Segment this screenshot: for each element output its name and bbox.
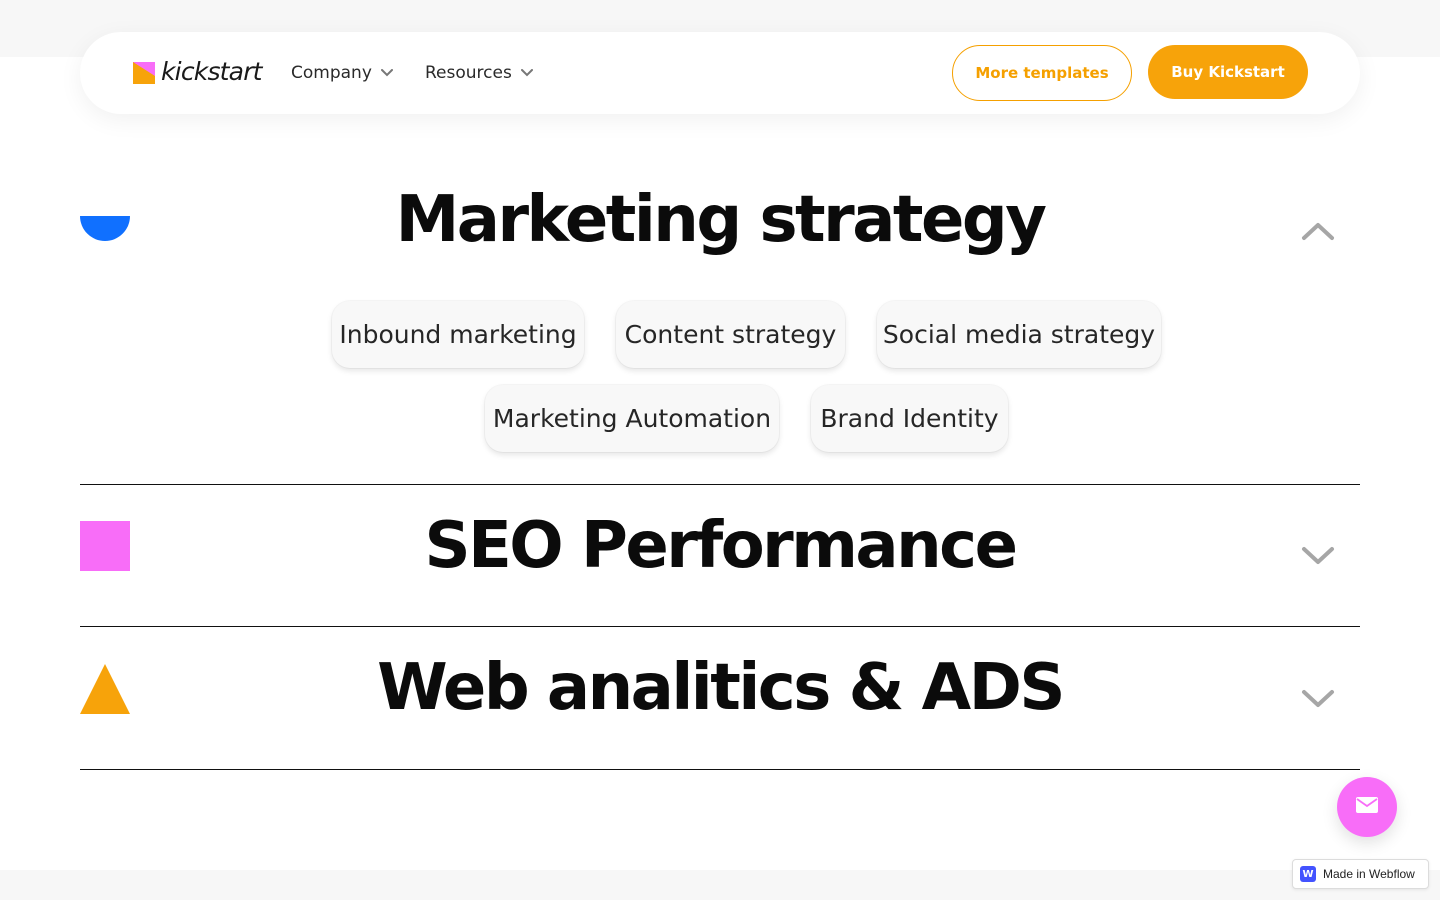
chevron-down-icon [520, 69, 533, 77]
chevron-up-icon[interactable] [1300, 219, 1336, 243]
accordion-title-seo[interactable]: SEO Performance [0, 514, 1440, 578]
mail-icon [1356, 797, 1378, 817]
contact-button[interactable] [1337, 777, 1397, 837]
nav-company-label: Company [291, 63, 372, 83]
tag-chip[interactable]: Social media strategy [877, 301, 1161, 368]
logo-mark-icon [133, 58, 155, 84]
navbar: kickstart Company Resources More templat… [80, 32, 1360, 114]
tag-chip[interactable]: Content strategy [616, 301, 845, 368]
nav-company[interactable]: Company [291, 60, 393, 86]
nav-resources[interactable]: Resources [425, 60, 533, 86]
nav-resources-label: Resources [425, 63, 512, 83]
tag-chip[interactable]: Marketing Automation [485, 385, 779, 452]
page: kickstart Company Resources More templat… [0, 0, 1440, 900]
accordion-title-marketing[interactable]: Marketing strategy [0, 188, 1440, 252]
logo-text: kickstart [161, 56, 262, 86]
divider [80, 769, 1360, 770]
chevron-down-icon[interactable] [1300, 544, 1336, 568]
webflow-logo-icon: W [1300, 866, 1316, 882]
tag-chip[interactable]: Brand Identity [811, 385, 1008, 452]
webflow-badge-label: Made in Webflow [1323, 867, 1415, 881]
chevron-down-icon[interactable] [1300, 687, 1336, 711]
bottom-band [0, 870, 1440, 900]
made-in-webflow-badge[interactable]: W Made in Webflow [1292, 859, 1429, 889]
more-templates-button[interactable]: More templates [952, 45, 1132, 101]
accordion-title-web-analitics[interactable]: Web analitics & ADS [0, 656, 1440, 720]
chevron-down-icon [380, 69, 393, 77]
divider [80, 626, 1360, 627]
logo[interactable]: kickstart [133, 54, 262, 88]
tag-chip[interactable]: Inbound marketing [332, 301, 584, 368]
divider [80, 484, 1360, 485]
buy-kickstart-button[interactable]: Buy Kickstart [1148, 45, 1308, 99]
